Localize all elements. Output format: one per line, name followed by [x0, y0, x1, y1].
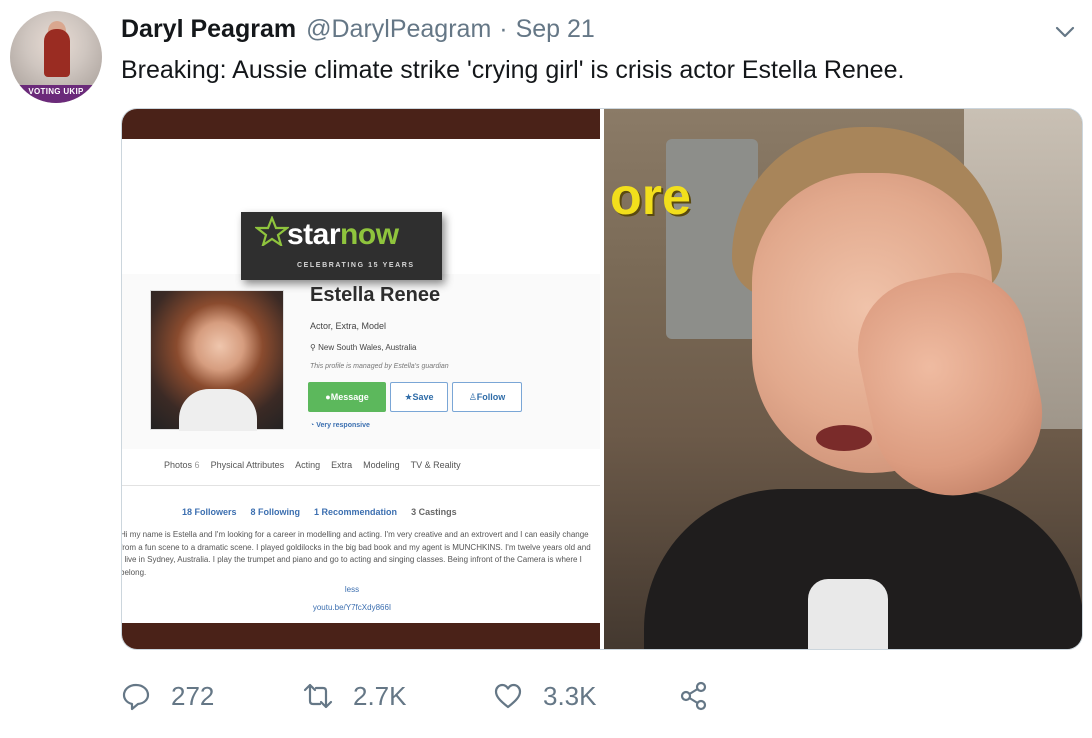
tweet-header: Daryl Peagram @DarylPeagram · Sep 21 — [121, 12, 595, 46]
tweet-text: Breaking: Aussie climate strike 'crying … — [121, 56, 905, 84]
responsive-text: Very responsive — [316, 422, 370, 429]
tab-count: 6 — [194, 460, 200, 470]
avatar-banner: VOTING UKIP — [10, 85, 102, 103]
video-still: ore — [604, 109, 1082, 649]
bio-less-link: less — [344, 585, 360, 594]
top-strip — [122, 109, 600, 139]
tab-photos: Photos 6 — [164, 460, 200, 470]
profile-bio: Hi my name is Estella and I'm looking fo… — [121, 530, 591, 577]
starnow-logo: starnow CELEBRATING 15 YEARS — [241, 212, 442, 280]
avatar[interactable]: VOTING UKIP — [10, 11, 102, 103]
logo-prefix: star — [287, 218, 341, 251]
logo-tagline: CELEBRATING 15 YEARS — [297, 262, 415, 269]
tweet-date[interactable]: Sep 21 — [516, 15, 595, 44]
share-icon — [680, 681, 707, 711]
tab-acting: Acting — [295, 460, 321, 470]
heart-icon — [494, 683, 522, 709]
location-text: New South Wales, Australia — [318, 343, 417, 352]
star-icon — [255, 216, 289, 246]
followers-count: 18 Followers — [182, 507, 237, 517]
bottom-strip — [122, 623, 600, 649]
girl-shirt — [808, 579, 888, 649]
display-name[interactable]: Daryl Peagram — [121, 15, 296, 44]
like-button[interactable]: 3.3K — [493, 676, 597, 716]
tab-extra: Extra — [331, 460, 353, 470]
tab-modeling: Modeling — [363, 460, 400, 470]
photo-shirt — [179, 389, 257, 431]
profile-screenshot: starnow CELEBRATING 15 YEARS Estella Ren… — [121, 109, 600, 649]
avatar-figure — [44, 29, 70, 77]
castings-count: 3 Castings — [411, 507, 457, 517]
follow-button: ♙ Follow — [452, 382, 522, 412]
profile-tabs: Photos 6 Physical Attributes Acting Extr… — [164, 460, 461, 470]
profile-stats: 18 Followers 8 Following 1 Recommendatio… — [182, 507, 457, 517]
retweet-button[interactable]: 2.7K — [303, 676, 407, 716]
tweet-actions: 272 2.7K 3.3K — [121, 676, 741, 716]
reply-count: 272 — [171, 680, 215, 711]
logo-suffix: now — [340, 218, 399, 251]
message-button: ● Message — [308, 382, 386, 412]
managed-note: This profile is managed by Estella's gua… — [310, 363, 449, 370]
profile-location: ⚲ New South Wales, Australia — [310, 343, 417, 352]
retweet-icon — [303, 683, 333, 709]
video-caption: ore — [610, 168, 691, 226]
retweet-count: 2.7K — [353, 680, 407, 711]
share-button[interactable] — [679, 676, 729, 716]
pin-icon: ⚲ — [310, 343, 319, 352]
save-button: ★ Save — [390, 382, 448, 412]
save-label: Save — [412, 392, 434, 402]
following-count: 8 Following — [250, 507, 301, 517]
reply-button[interactable]: 272 — [121, 676, 214, 716]
profile-photo — [150, 290, 284, 431]
youtube-link: youtu.be/Y7fcXdy866I — [312, 603, 392, 612]
girl-mouth — [816, 425, 872, 451]
user-handle[interactable]: @DarylPeagram — [306, 15, 491, 44]
tab-tv-reality: TV & Reality — [410, 460, 461, 470]
like-count: 3.3K — [543, 680, 597, 711]
responsive-badge: ◔ Very responsive — [310, 422, 370, 429]
tweet-media[interactable]: starnow CELEBRATING 15 YEARS Estella Ren… — [121, 108, 1083, 650]
divider — [122, 485, 600, 486]
tab-label: Photos — [164, 460, 193, 470]
message-label: Message — [330, 392, 369, 402]
save-star-icon: ★ — [404, 391, 413, 402]
separator-dot: · — [499, 14, 508, 43]
chevron-down-icon[interactable] — [1054, 20, 1076, 42]
recommendation-count: 1 Recommendation — [314, 507, 398, 517]
profile-roles: Actor, Extra, Model — [310, 321, 387, 331]
follow-user-icon: ♙ — [468, 391, 477, 402]
profile-name: Estella Renee — [310, 284, 441, 306]
starnow-wordmark: starnow — [287, 218, 399, 252]
tab-physical-attributes: Physical Attributes — [210, 460, 285, 470]
reply-icon — [122, 683, 150, 711]
follow-label: Follow — [476, 392, 506, 402]
